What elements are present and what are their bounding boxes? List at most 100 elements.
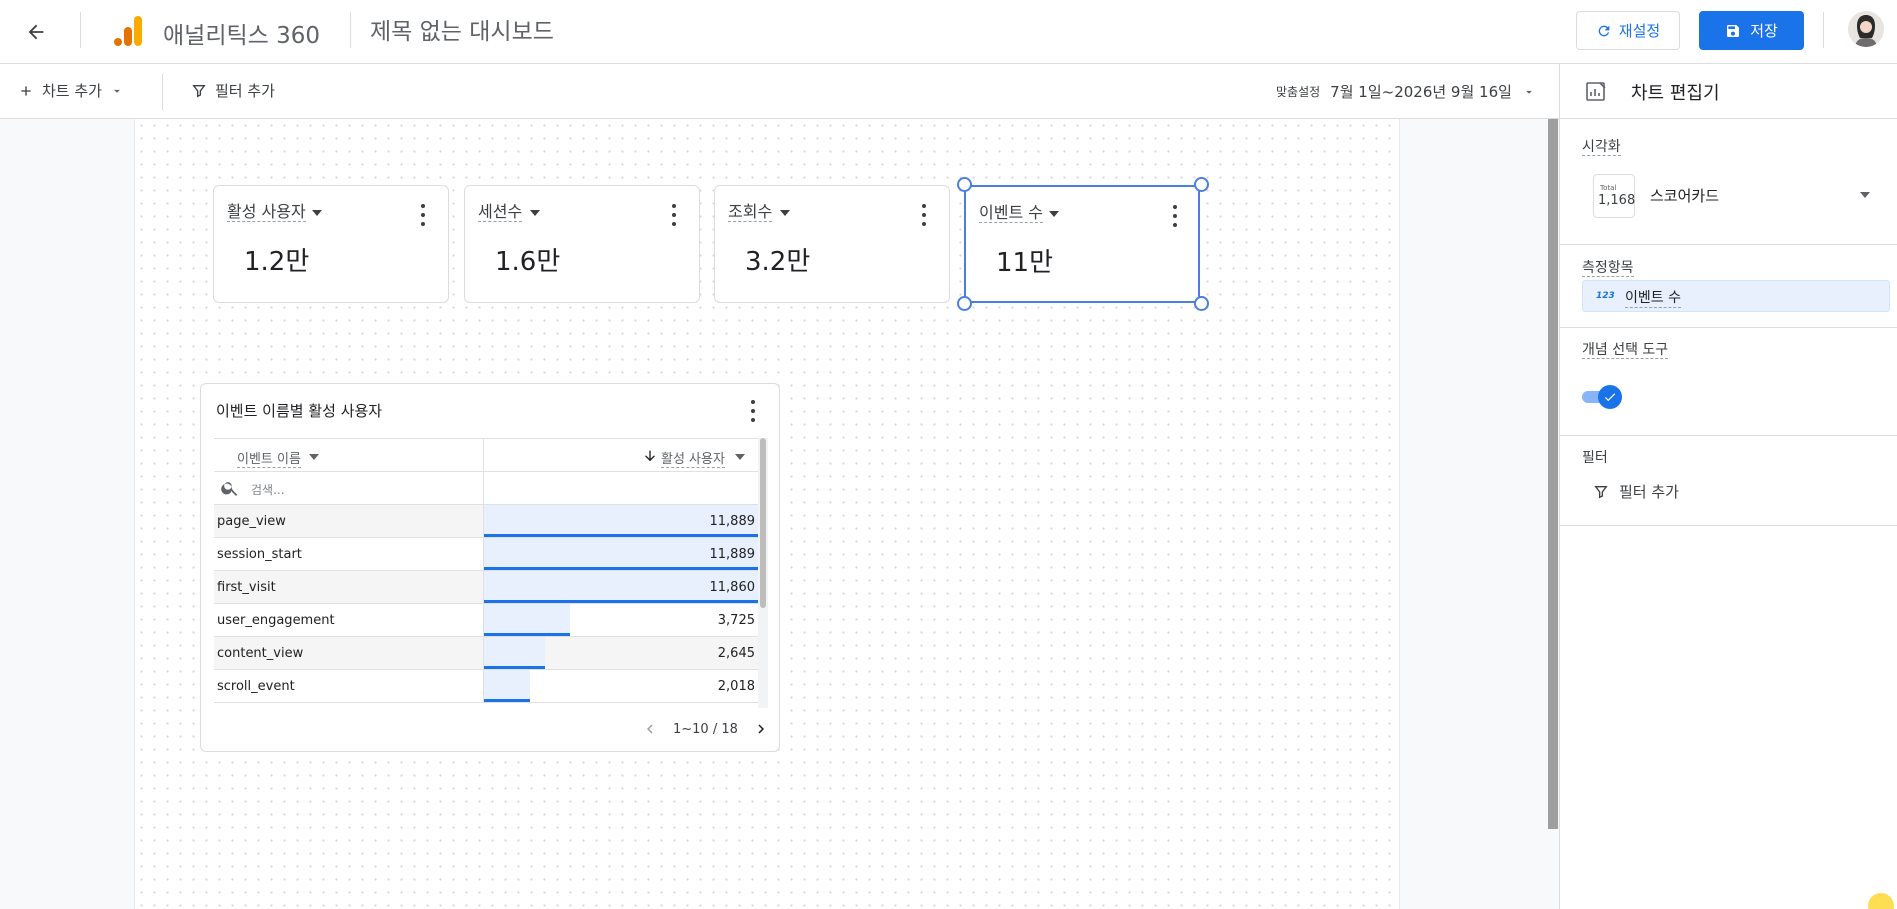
table-scrollbar[interactable] [760,438,766,608]
viz-icon-number: 1,168 [1598,193,1636,208]
scorecard-event-count[interactable]: 이벤트 수 11만 [964,185,1200,303]
scorecard-sessions[interactable]: 세션수 1.6만 [464,185,700,303]
column-divider [483,505,484,538]
resize-handle[interactable] [1194,177,1209,192]
table-search-input[interactable]: 검색... [251,481,285,498]
more-vert-icon[interactable] [920,204,928,226]
app-title: 애널리틱스 360 [163,23,321,49]
event-name-cell: user_engagement [217,613,335,628]
visualization-select[interactable]: 스코어카드 [1650,185,1719,206]
scorecard-value: 1.2만 [244,247,310,277]
canvas-scrollbar[interactable] [1548,119,1558,829]
table-row[interactable]: page_view 11,889 [214,505,761,538]
event-name-cell: page_view [217,514,286,529]
add-filter-button[interactable]: 필터 추가 [191,80,275,101]
caret-down-icon[interactable] [1860,192,1870,198]
table-row[interactable]: session_start 11,889 [214,538,761,571]
app-header: 애널리틱스 360 제목 없는 대시보드 재설정 저장 [0,0,1897,64]
date-range-prefix: 맞춤설정 [1276,85,1321,99]
value-bar [483,670,530,702]
save-button[interactable]: 저장 [1699,11,1804,50]
caret-down-icon[interactable] [1049,211,1059,217]
more-vert-icon[interactable] [1171,205,1179,227]
toolbar-divider [162,74,163,110]
value-bar [483,637,545,669]
event-name-cell: session_start [217,547,302,562]
user-avatar[interactable] [1848,11,1884,47]
concept-picker-toggle[interactable] [1582,385,1622,409]
header-divider [80,12,81,48]
column-header-active-users[interactable]: 활성 사용자 [661,448,725,468]
resize-handle[interactable] [957,296,972,311]
sidebar-add-filter-label: 필터 추가 [1619,483,1679,501]
table-row[interactable]: user_engagement 3,725 [214,604,761,637]
table-title: 이벤트 이름별 활성 사용자 [216,402,383,420]
header-divider [350,12,351,48]
save-label: 저장 [1750,22,1778,40]
chart-edit-icon [1586,82,1606,101]
value-bar-line [483,633,570,636]
value-bar [483,604,570,636]
more-vert-icon[interactable] [749,400,757,422]
more-vert-icon[interactable] [419,204,427,226]
metric-label: 측정항목 [1582,260,1634,278]
date-range-picker[interactable]: 맞춤설정 7월 1일~2026년 9월 16일 [1276,81,1536,102]
caret-down-icon[interactable] [309,454,319,460]
date-range-value: 7월 1일~2026년 9월 16일 [1330,83,1512,101]
active-users-cell: 11,889 [709,547,756,562]
caret-down-icon [1526,90,1532,94]
filter-icon [1594,485,1608,498]
sidebar-add-filter-button[interactable]: 필터 추가 [1593,481,1679,502]
filter-label: 필터 [1582,450,1608,466]
active-users-cell: 11,860 [709,580,756,595]
analytics-logo-icon [112,14,146,48]
table-chart-card[interactable]: 이벤트 이름별 활성 사용자 이벤트 이름 활성 사용자 검색... page_… [200,383,780,752]
table-row[interactable]: first_visit 11,860 [214,571,761,604]
metric-name: 이벤트 수 [1625,287,1681,308]
scorecard-title[interactable]: 조회수 [728,203,773,222]
chevron-left-icon[interactable] [641,720,659,738]
reset-button[interactable]: 재설정 [1576,11,1680,50]
table-row[interactable]: content_view 2,645 [214,637,761,670]
chart-editor-header: 차트 편집기 [1560,64,1897,119]
scorecard-title[interactable]: 세션수 [478,203,523,222]
caret-down-icon[interactable] [312,210,322,216]
concept-picker-section: 개념 선택 도구 [1560,328,1897,436]
column-divider [483,637,484,670]
scorecard-title[interactable]: 활성 사용자 [227,203,306,222]
add-filter-label: 필터 추가 [215,82,275,100]
scorecard-views[interactable]: 조회수 3.2만 [714,185,950,303]
caret-down-icon[interactable] [780,210,790,216]
caret-down-icon[interactable] [530,210,540,216]
refresh-icon [1598,25,1610,36]
active-users-cell: 3,725 [717,613,755,628]
column-divider [483,439,484,472]
column-divider [483,538,484,571]
table-search-row[interactable]: 검색... [214,472,761,505]
resize-handle[interactable] [957,177,972,192]
value-bar-line [483,534,761,537]
resize-handle[interactable] [1194,296,1209,311]
metric-chip[interactable]: 123 이벤트 수 [1582,280,1890,312]
more-vert-icon[interactable] [670,204,678,226]
event-name-cell: content_view [217,646,304,661]
scorecard-value: 1.6만 [495,247,561,277]
header-divider [1823,12,1824,48]
plus-icon [21,85,31,96]
chevron-right-icon[interactable] [752,720,770,738]
check-icon [1604,393,1616,402]
column-header-event-name[interactable]: 이벤트 이름 [237,448,301,468]
value-bar-line [483,666,545,669]
dashboard-title[interactable]: 제목 없는 대시보드 [370,12,554,46]
table-row[interactable]: scroll_event 2,018 [214,670,761,703]
add-chart-button[interactable]: 차트 추가 [18,80,124,101]
sort-down-arrow-icon[interactable] [642,448,658,464]
caret-down-icon[interactable] [735,454,745,460]
pagination-label: 1~10 / 18 [673,721,738,737]
event-name-cell: first_visit [217,580,276,595]
scorecard-title[interactable]: 이벤트 수 [979,204,1043,223]
column-divider [483,472,484,505]
column-divider [483,670,484,703]
back-arrow-icon[interactable] [20,16,52,48]
scorecard-active-users[interactable]: 활성 사용자 1.2만 [213,185,449,303]
